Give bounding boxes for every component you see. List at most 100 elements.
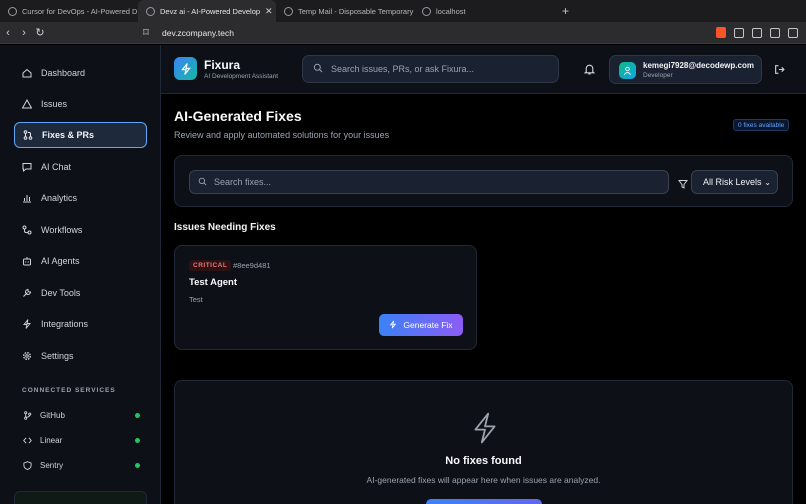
globe-icon xyxy=(8,6,17,16)
bookmark-icon[interactable]: ⌑ xyxy=(138,26,154,39)
logout-icon[interactable] xyxy=(774,62,785,80)
gear-icon xyxy=(22,351,32,361)
service-sentry[interactable]: Sentry xyxy=(22,460,140,470)
empty-state: No fixes found AI-generated fixes will a… xyxy=(174,380,793,504)
bolt-icon xyxy=(389,320,397,331)
user-menu[interactable]: kemegi7928@decodewp.com Developer xyxy=(609,55,762,84)
user-role: Developer xyxy=(643,72,673,79)
tab-label: Temp Mail - Disposable Temporary xyxy=(298,6,414,16)
generate-fix-button[interactable]: Generate Fix xyxy=(379,314,463,336)
extensions-icon[interactable] xyxy=(734,27,744,38)
browser-toolbar-icons xyxy=(716,27,806,38)
page-title: AI-Generated Fixes xyxy=(174,108,302,124)
menu-icon[interactable] xyxy=(788,27,798,38)
section-title: Issues Needing Fixes xyxy=(174,222,276,233)
avatar xyxy=(619,62,636,79)
browser-tab-active[interactable]: Devz ai - AI-Powered Develop ✕ xyxy=(138,0,276,22)
service-github[interactable]: GitHub xyxy=(22,410,140,420)
user-email: kemegi7928@decodewp.com xyxy=(643,61,754,70)
service-linear[interactable]: Linear xyxy=(22,435,140,445)
logo-icon xyxy=(174,57,197,80)
status-dot xyxy=(135,437,140,443)
wrench-icon xyxy=(22,288,32,298)
back-icon[interactable]: ‹ xyxy=(0,27,16,39)
browser-tab[interactable]: Temp Mail - Disposable Temporary xyxy=(276,0,414,22)
sidebar-item-label: Workflows xyxy=(41,225,83,235)
app-header: Fixura AI Development Assistant kemegi79… xyxy=(161,45,806,94)
sidebar-item-analytics[interactable]: Analytics xyxy=(14,185,147,211)
brave-shield-icon[interactable] xyxy=(716,27,726,38)
sidebar: Dashboard Issues Fixes & PRs AI Chat Ana… xyxy=(0,45,161,504)
bar-chart-icon xyxy=(22,193,32,203)
sidebar-item-fixes-prs[interactable]: Fixes & PRs xyxy=(14,122,147,148)
global-search-input[interactable] xyxy=(331,64,551,74)
forward-icon[interactable]: › xyxy=(16,27,32,39)
new-tab-icon[interactable]: + xyxy=(552,4,579,18)
globe-icon xyxy=(422,6,431,16)
sidebar-item-issues[interactable]: Issues xyxy=(14,91,147,117)
globe-icon xyxy=(146,6,155,16)
sidebar-item-dashboard[interactable]: Dashboard xyxy=(14,60,147,86)
home-icon xyxy=(22,68,32,78)
sidebar-item-ai-agents[interactable]: AI Agents xyxy=(14,248,147,274)
tab-label: Devz ai - AI-Powered Develop xyxy=(160,6,261,16)
sidebar-item-label: AI Chat xyxy=(41,162,72,172)
risk-level-select[interactable]: All Risk Levels ⌄ xyxy=(691,170,778,194)
sidebar-item-label: Fixes & PRs xyxy=(42,130,95,140)
browser-tab[interactable]: Cursor for DevOps - AI-Powered D xyxy=(0,0,138,22)
git-branch-icon xyxy=(22,410,32,420)
filter-icon[interactable] xyxy=(678,176,688,194)
fix-search[interactable] xyxy=(189,170,669,194)
bell-icon[interactable] xyxy=(583,62,596,80)
sidebar-item-label: Integrations xyxy=(41,319,89,329)
chat-icon xyxy=(22,162,32,172)
shield-icon xyxy=(22,460,32,470)
workflow-icon xyxy=(22,225,32,235)
sidebar-item-workflows[interactable]: Workflows xyxy=(14,217,147,243)
generate-fix-label: Generate Fix xyxy=(403,320,453,330)
global-search[interactable] xyxy=(302,55,559,83)
issue-card: CRITICAL #8ee9d481 Test Agent Test Gener… xyxy=(174,245,477,350)
search-icon xyxy=(313,60,323,78)
browser-url-bar: ‹ › ↻ ⌑ dev.zcompany.tech xyxy=(0,22,806,44)
service-label: Linear xyxy=(40,435,63,445)
close-icon[interactable]: ✕ xyxy=(265,6,273,17)
browser-tab[interactable]: localhost xyxy=(414,0,552,22)
service-label: Sentry xyxy=(40,460,64,470)
robot-icon xyxy=(22,256,32,266)
pull-request-icon xyxy=(23,130,33,140)
warning-icon xyxy=(22,99,32,109)
sidebar-item-integrations[interactable]: Integrations xyxy=(14,311,147,337)
sidebar-item-label: Analytics xyxy=(41,193,78,203)
issue-id: #8ee9d481 xyxy=(233,261,271,270)
main-content: AI-Generated Fixes Review and apply auto… xyxy=(161,94,806,504)
status-dot xyxy=(135,462,140,468)
empty-action-button[interactable] xyxy=(426,499,542,504)
sidebar-item-settings[interactable]: Settings xyxy=(14,343,147,369)
tab-label: localhost xyxy=(436,6,466,16)
code-icon xyxy=(22,435,32,445)
fix-search-input[interactable] xyxy=(214,177,654,187)
severity-badge: CRITICAL xyxy=(189,260,232,271)
sidebar-bottom-panel xyxy=(14,491,147,504)
sidebar-item-label: AI Agents xyxy=(41,256,80,266)
sidebar-item-ai-chat[interactable]: AI Chat xyxy=(14,154,147,180)
brand-name: Fixura xyxy=(204,58,241,72)
sidebar-toggle-icon[interactable] xyxy=(752,27,762,38)
risk-level-value: All Risk Levels xyxy=(703,177,762,187)
service-label: GitHub xyxy=(40,410,65,420)
wallet-icon[interactable] xyxy=(770,27,780,38)
empty-subtitle: AI-generated fixes will appear here when… xyxy=(366,475,601,485)
browser-tab-bar: Cursor for DevOps - AI-Powered D Devz ai… xyxy=(0,0,806,22)
issue-title: Test Agent xyxy=(189,277,238,288)
fixes-count-badge: 0 fixes available xyxy=(733,119,790,131)
issue-description: Test xyxy=(189,295,203,304)
filter-panel: All Risk Levels ⌄ xyxy=(174,155,793,207)
globe-icon xyxy=(284,6,293,16)
empty-title: No fixes found xyxy=(445,455,522,467)
sidebar-item-dev-tools[interactable]: Dev Tools xyxy=(14,280,147,306)
url-text[interactable]: dev.zcompany.tech xyxy=(162,28,234,38)
sidebar-item-label: Settings xyxy=(41,351,74,361)
reload-icon[interactable]: ↻ xyxy=(32,26,48,39)
connected-services-title: CONNECTED SERVICES xyxy=(22,387,116,394)
